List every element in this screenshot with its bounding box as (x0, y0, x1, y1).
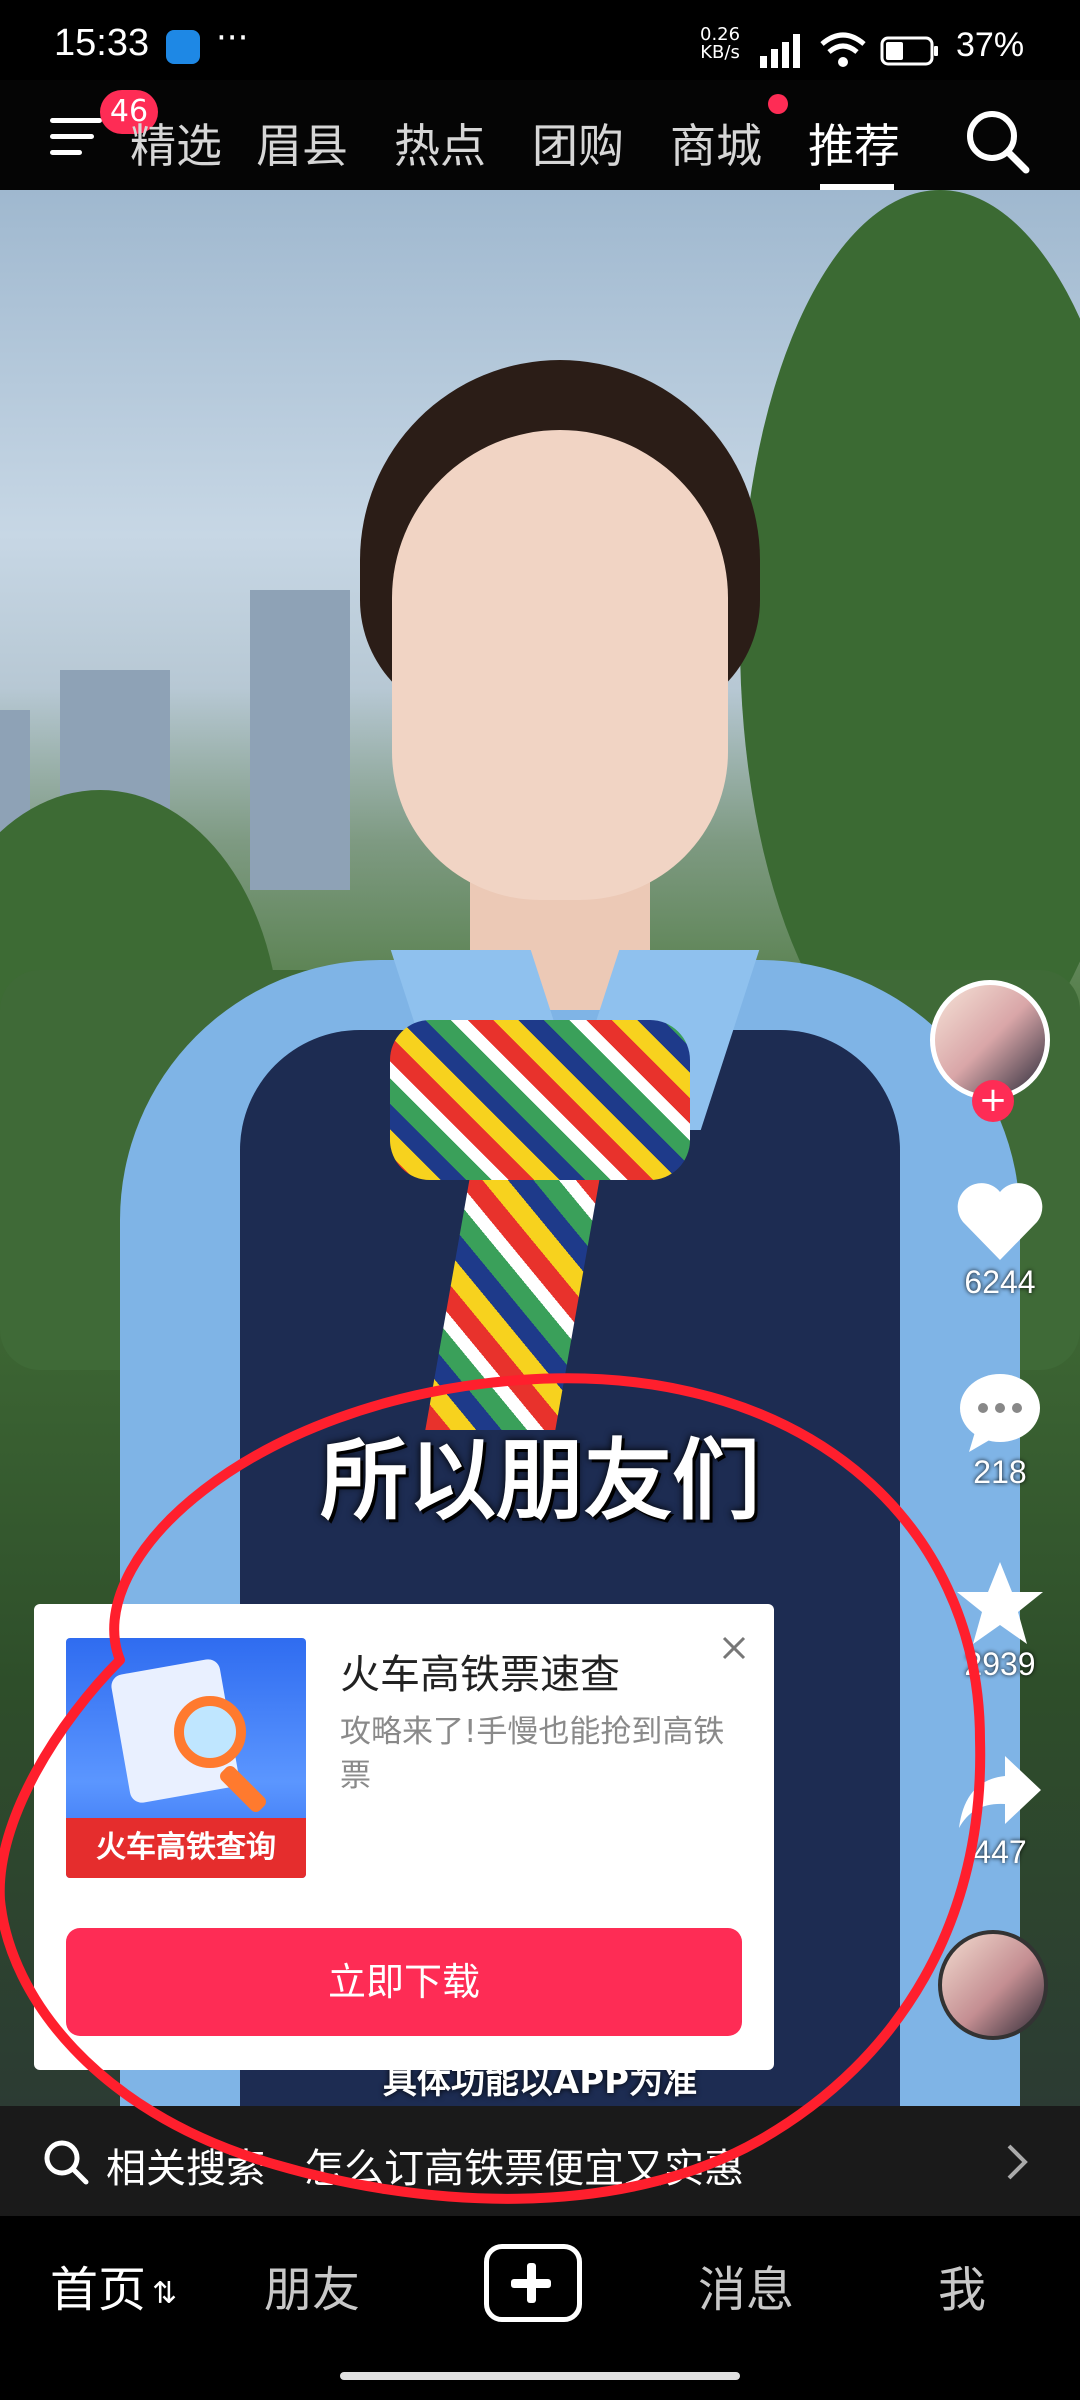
ad-app-thumbnail[interactable]: 火车高铁查询 (66, 1638, 306, 1878)
network-speed-unit: KB/s (700, 42, 740, 63)
tab-hot[interactable]: 热点 (394, 110, 486, 176)
chevron-right-icon (1007, 2144, 1028, 2180)
menu-icon[interactable] (50, 114, 106, 158)
comment-icon (960, 1374, 1040, 1452)
like-count: 6244 (964, 1264, 1036, 1300)
follow-plus-icon[interactable]: + (972, 1080, 1014, 1122)
ad-thumb-label: 火车高铁查询 (66, 1818, 306, 1878)
search-icon (44, 2140, 89, 2185)
status-time: 15:33 (54, 22, 150, 64)
tab-featured[interactable]: 精选 (130, 110, 222, 176)
star-icon (957, 1562, 1043, 1644)
tab-meixian[interactable]: 眉县 (256, 110, 348, 176)
tab-group-buy[interactable]: 团购 (532, 110, 624, 176)
nav-home-label: 首页 (50, 2262, 147, 2318)
nav-messages[interactable]: 消息 (698, 2250, 794, 2320)
signal-icon (760, 34, 800, 68)
app-notification-icon (166, 30, 200, 64)
favorite-button[interactable]: 2939 (920, 1560, 1080, 1683)
favorite-count: 2939 (964, 1646, 1036, 1682)
share-count: 447 (973, 1834, 1027, 1870)
battery-percent: 37% (956, 26, 1025, 64)
wifi-icon (820, 32, 866, 67)
magnifier-icon (174, 1696, 246, 1768)
create-plus-button[interactable] (484, 2244, 582, 2322)
music-disc[interactable] (938, 1930, 1048, 2040)
comment-count: 218 (973, 1454, 1027, 1490)
person-face (392, 430, 728, 900)
home-indicator[interactable] (340, 2372, 740, 2380)
ad-description: 攻略来了!手慢也能抢到高铁票 (340, 1714, 725, 1794)
bottom-nav: 首页 ⇅ 朋友 消息 我 (0, 2216, 1080, 2400)
search-icon[interactable] (962, 106, 1032, 176)
top-nav: 46 精选 眉县 热点 团购 商城 推荐 (0, 80, 1080, 190)
comment-button[interactable]: 218 (920, 1370, 1080, 1491)
close-icon[interactable] (714, 1628, 754, 1668)
ad-title: 火车高铁票速查 (340, 1652, 620, 1698)
download-now-button[interactable]: 立即下载 (66, 1928, 742, 2036)
like-button[interactable]: 6244 (920, 1180, 1080, 1301)
share-button[interactable]: 447 (920, 1750, 1080, 1871)
network-speed: 0.26 KB/s (700, 26, 740, 62)
background-tree (740, 190, 1080, 1090)
heart-icon (957, 1183, 1043, 1260)
tab-mall[interactable]: 商城 (670, 110, 762, 176)
ad-card[interactable]: 火车高铁查询 火车高铁票速查 攻略来了!手慢也能抢到高铁票 立即下载 (34, 1604, 774, 2070)
share-arrow-icon (959, 1756, 1041, 1828)
status-bar: 15:33 ··· 0.26 KB/s 37% (0, 0, 1080, 80)
related-search-bar[interactable]: 相关搜索 · 怎么订高铁票便宜又实惠 (0, 2106, 1080, 2216)
nav-friends[interactable]: 朋友 (264, 2250, 360, 2320)
striped-scarf (390, 1020, 690, 1180)
more-notifications-icon: ··· (216, 18, 249, 58)
refresh-icon: ⇅ (152, 2275, 178, 2311)
mall-notification-dot (768, 94, 788, 114)
magnifier-handle-icon (217, 1763, 269, 1815)
video-caption: 所以朋友们 (319, 1429, 760, 1532)
tab-recommended[interactable]: 推荐 (808, 110, 900, 176)
background-building (250, 590, 350, 890)
related-search-text: 相关搜索 · 怎么订高铁票便宜又实惠 (106, 2146, 745, 2192)
nav-home[interactable]: 首页 ⇅ (50, 2250, 177, 2320)
battery-icon (880, 36, 938, 66)
nav-me[interactable]: 我 (938, 2250, 986, 2320)
